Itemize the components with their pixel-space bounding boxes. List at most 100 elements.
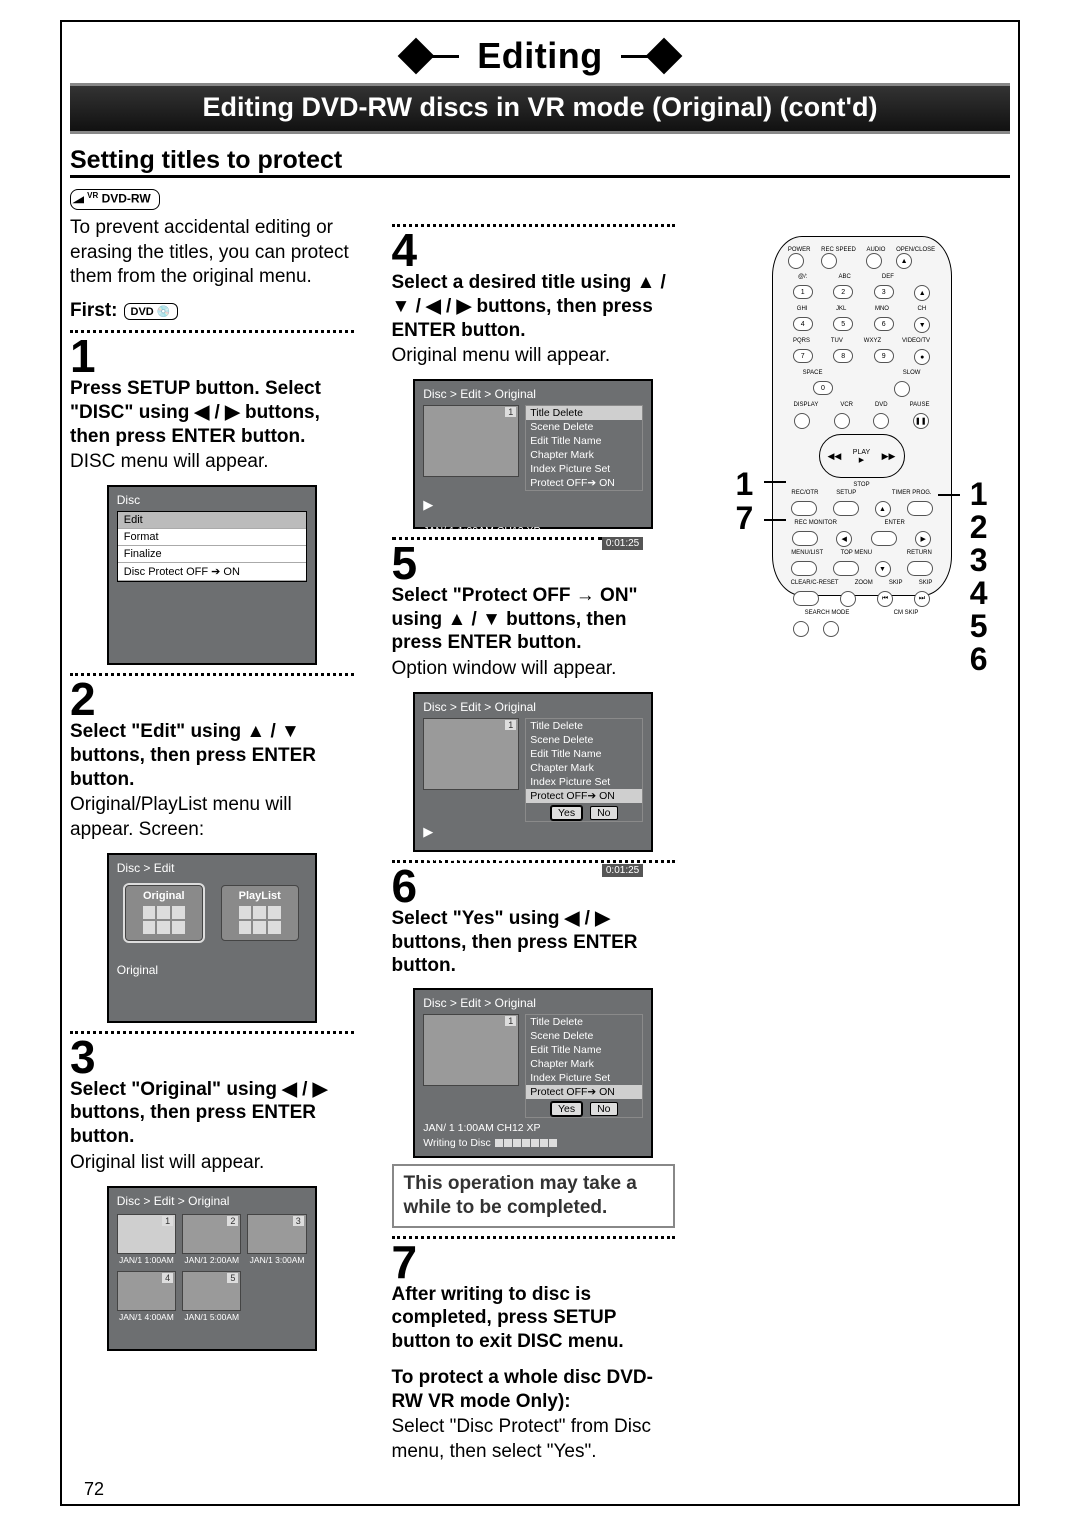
- footer-right: 0:01:25: [602, 537, 643, 550]
- timerprog-button-icon: [907, 501, 933, 516]
- diamond-right-icon: [645, 38, 682, 75]
- edit-menu: Title Delete Scene Delete Edit Title Nam…: [525, 1014, 643, 1118]
- step-num: 3: [70, 1034, 354, 1080]
- step-head: Select "Original" using ◀ / ▶ buttons, t…: [70, 1078, 354, 1149]
- remote-wrap: POWER REC SPEED AUDIO OPEN/CLOSE▲ @/:ABC…: [772, 236, 952, 596]
- no-option: No: [590, 1102, 617, 1116]
- badge-vr: VR: [87, 191, 98, 200]
- screen-edit-menu-5: Disc > Edit > Original 1 Title Delete Sc…: [413, 692, 653, 852]
- thumb-time: JAN/1 2:00AM: [182, 1255, 241, 1265]
- left-arrow-icon: ◀: [836, 531, 852, 547]
- footer-right: 0:01:25: [602, 864, 643, 877]
- playlist-tile: PlayList: [221, 885, 299, 941]
- big-thumb: 1: [423, 718, 519, 790]
- whole-disc: To protect a whole disc DVD-RW VR mode O…: [392, 1366, 676, 1465]
- footer-left: JAN/ 1 1:00AM CH12 XP: [423, 852, 540, 864]
- diamond-left-icon: [398, 38, 435, 75]
- column-middle: 4 Select a desired title using ▲ / ▼ / ◀…: [392, 216, 676, 1473]
- chapter-banner: Editing: [70, 35, 1010, 77]
- ff-icon: ▶▶: [882, 451, 896, 462]
- screen-crumb: Disc > Edit > Original: [423, 387, 643, 401]
- play-dpad: ◀◀ PLAY▶ ▶▶: [819, 434, 905, 478]
- screen-edit-menu-6: Disc > Edit > Original 1 Title Delete Sc…: [413, 988, 653, 1158]
- screen-crumb: Disc: [117, 493, 307, 507]
- step-7: 7 After writing to disc is completed, pr…: [392, 1239, 676, 1354]
- whole-disc-head: To protect a whole disc DVD-RW VR mode O…: [392, 1366, 676, 1414]
- thumb: 3: [247, 1214, 306, 1254]
- right-arrow-icon: ▶: [915, 531, 931, 547]
- vcr-button-icon: [834, 413, 850, 429]
- step-num: 4: [392, 227, 676, 273]
- whole-disc-body: Select "Disc Protect" from Disc menu, th…: [392, 1415, 676, 1464]
- step-body: Original/PlayList menu will appear. Scre…: [70, 793, 354, 842]
- writing-row: Writing to Disc: [423, 1137, 643, 1149]
- step-num: 1: [70, 333, 354, 379]
- disc-icon: ◢: [73, 194, 84, 204]
- column-left: To prevent accidental editing or erasing…: [70, 216, 354, 1473]
- step-5: 5 Select "Protect OFF → ON" using ▲ / ▼ …: [392, 540, 676, 682]
- step-head: Select a desired title using ▲ / ▼ / ◀ /…: [392, 271, 676, 342]
- return-button-icon: [907, 561, 933, 576]
- audio-button-icon: [866, 253, 882, 269]
- remote-callout-left: 1 7: [736, 468, 754, 535]
- remote-illustration: POWER REC SPEED AUDIO OPEN/CLOSE▲ @/:ABC…: [772, 236, 952, 596]
- screen-crumb: Disc > Edit > Original: [423, 996, 643, 1010]
- menu-item: Disc Protect OFF ➔ ON: [118, 563, 306, 581]
- pause-button-icon: ❚❚: [913, 413, 929, 429]
- thumb-grid: 1 JAN/1 1:00AM 2 JAN/1 2:00AM 3 JAN/1 3:…: [117, 1214, 307, 1322]
- remote-row-top: POWER REC SPEED AUDIO OPEN/CLOSE▲: [783, 247, 941, 269]
- column-right: POWER REC SPEED AUDIO OPEN/CLOSE▲ @/:ABC…: [713, 216, 1010, 1473]
- menulist-button-icon: [791, 561, 817, 576]
- original-tile: Original: [125, 885, 203, 941]
- tile-label: PlayList: [239, 890, 281, 902]
- recspeed-button-icon: [821, 253, 837, 269]
- tile-label: Original: [143, 890, 185, 902]
- step-2: 2 Select "Edit" using ▲ / ▼ buttons, the…: [70, 676, 354, 843]
- callout-line-icon: [938, 494, 960, 496]
- thumb-time: JAN/1 5:00AM: [182, 1312, 241, 1322]
- step-head: Select "Protect OFF → ON" using ▲ / ▼ bu…: [392, 584, 676, 655]
- menu-item: Edit: [118, 512, 306, 529]
- step-1: 1 Press SETUP button. Select "DISC" usin…: [70, 333, 354, 475]
- thumb-time: JAN/1 4:00AM: [117, 1312, 176, 1322]
- screen-crumb: Disc > Edit > Original: [423, 700, 643, 714]
- first-row: First: DVD 💿: [70, 300, 354, 322]
- callout-line-icon: [764, 519, 786, 521]
- openclose-button-icon: ▲: [896, 253, 912, 269]
- page-number: 72: [84, 1479, 104, 1500]
- step-body: Original list will appear.: [70, 1151, 354, 1176]
- topmenu-button-icon: [833, 561, 859, 576]
- slow-button-icon: [894, 381, 910, 397]
- setup-button-icon: [833, 501, 859, 516]
- step-head: Select "Yes" using ◀ / ▶ buttons, then p…: [392, 907, 676, 978]
- remote-callout-right: 1 2 3 4 5 6: [970, 478, 988, 676]
- rew-icon: ◀◀: [828, 451, 842, 462]
- power-button-icon: [788, 253, 804, 269]
- screen-orig-list: Disc > Edit > Original 1 JAN/1 1:00AM 2 …: [107, 1186, 317, 1351]
- grid-icon: [239, 906, 281, 934]
- menu-item: Finalize: [118, 546, 306, 563]
- step-6: 6 Select "Yes" using ◀ / ▶ buttons, then…: [392, 863, 676, 978]
- dvd-button-icon: [873, 413, 889, 429]
- thumb: 1: [117, 1214, 176, 1254]
- intro-text: To prevent accidental editing or erasing…: [70, 216, 354, 290]
- step-head: Press SETUP button. Select "DISC" using …: [70, 377, 354, 448]
- screen-orig-play: Disc > Edit Original PlayList Original: [107, 853, 317, 1023]
- numpad: @/:ABCDEF 123▲ GHIJKLMNOCH 456▼ PQRSTUVW…: [783, 274, 941, 397]
- big-thumb: 1: [423, 1014, 519, 1086]
- progress-bar-icon: [495, 1139, 557, 1147]
- yes-option: Yes: [551, 1102, 582, 1116]
- callout-line-icon: [764, 481, 786, 483]
- thumb: 5: [182, 1271, 241, 1311]
- footer-left: JAN/ 1 1:00AM CH12 XP: [423, 525, 540, 537]
- chapter-title: Editing: [459, 35, 620, 77]
- thumb: 2: [182, 1214, 241, 1254]
- grid-icon: [143, 906, 185, 934]
- step-head: Select "Edit" using ▲ / ▼ buttons, then …: [70, 720, 354, 791]
- screen-edit-menu-4: Disc > Edit > Original 1 Title Delete Sc…: [413, 379, 653, 529]
- dvdrw-badge: ◢ VR DVD-RW: [70, 189, 160, 210]
- screen-crumb: Disc > Edit: [117, 861, 307, 875]
- thumb-time: JAN/1 3:00AM: [247, 1255, 306, 1265]
- step-3: 3 Select "Original" using ◀ / ▶ buttons,…: [70, 1034, 354, 1176]
- yes-no-row: Yes No: [526, 805, 642, 821]
